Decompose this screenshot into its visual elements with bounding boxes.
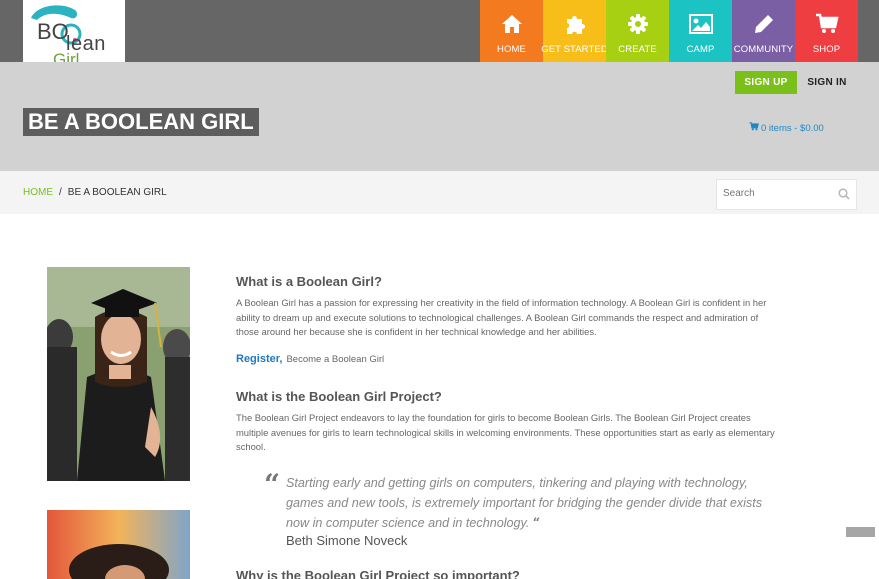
nav-shop-label: SHOP — [812, 44, 841, 55]
image-icon — [688, 0, 713, 44]
sign-in-button[interactable]: SIGN IN — [803, 71, 851, 94]
nav-community-label: COMMUNITY — [733, 44, 794, 55]
section-heading-why: Why is the Boolean Girl Project so impor… — [236, 568, 520, 579]
section-heading-project: What is the Boolean Girl Project? — [236, 389, 442, 404]
register-link[interactable]: Register, — [236, 353, 282, 365]
second-girl-photo — [47, 510, 190, 579]
nav-home-label: HOME — [497, 44, 526, 55]
register-row: Register, Become a Boolean Girl — [236, 353, 384, 365]
breadcrumb-separator: / — [59, 187, 62, 198]
quote-open-icon: “ — [264, 468, 281, 501]
breadcrumb-home-link[interactable]: HOME — [23, 187, 53, 198]
nav-shop[interactable]: SHOP — [795, 0, 858, 62]
search-input[interactable] — [723, 188, 833, 199]
search-box — [716, 179, 857, 210]
section-heading-what-is: What is a Boolean Girl? — [236, 274, 382, 289]
quote-text-content: Starting early and getting girls on comp… — [286, 476, 763, 530]
gear-icon — [627, 0, 649, 44]
logo-text-bo: BO — [37, 19, 69, 44]
nav-camp-label: CAMP — [686, 44, 715, 55]
section-body-what-is: A Boolean Girl has a passion for express… — [236, 297, 767, 338]
breadcrumb: HOME / BE A BOOLEAN GIRL — [23, 187, 167, 198]
quote-author: Beth Simone Noveck — [286, 533, 408, 548]
page: BO lean Girl HOME GET STARTED CREATE CAM… — [0, 0, 879, 579]
pencil-icon — [753, 0, 775, 44]
section-body-project: The Boolean Girl Project endeavors to la… — [236, 412, 775, 453]
page-title: BE A BOOLEAN GIRL — [23, 108, 259, 136]
sign-up-button[interactable]: SIGN UP — [735, 71, 797, 94]
nav-create[interactable]: CREATE — [606, 0, 669, 62]
puzzle-icon — [564, 0, 586, 44]
cart-icon — [815, 0, 839, 44]
search-icon[interactable] — [838, 187, 850, 205]
nav-get-started-label: GET STARTED — [541, 44, 608, 55]
quote-text: Starting early and getting girls on comp… — [286, 474, 786, 534]
graduate-girl-photo — [47, 267, 190, 481]
nav-create-label: CREATE — [618, 44, 657, 55]
quote-close-icon: “ — [532, 515, 541, 530]
breadcrumb-current: BE A BOOLEAN GIRL — [67, 187, 167, 198]
main-nav: HOME GET STARTED CREATE CAMP COMMUNITY S… — [480, 0, 858, 62]
nav-camp[interactable]: CAMP — [669, 0, 732, 62]
cart-small-icon — [749, 122, 759, 134]
cart-summary[interactable]: 0 items - $0.00 — [749, 122, 824, 134]
nav-home[interactable]: HOME — [480, 0, 543, 62]
nav-get-started[interactable]: GET STARTED — [541, 0, 608, 62]
nav-community[interactable]: COMMUNITY — [732, 0, 795, 62]
cart-summary-text: 0 items - $0.00 — [761, 122, 824, 134]
logo[interactable]: BO lean Girl — [23, 0, 125, 70]
register-description: Become a Boolean Girl — [286, 354, 385, 365]
home-icon — [501, 0, 523, 44]
scroll-to-top-button[interactable] — [846, 527, 875, 537]
